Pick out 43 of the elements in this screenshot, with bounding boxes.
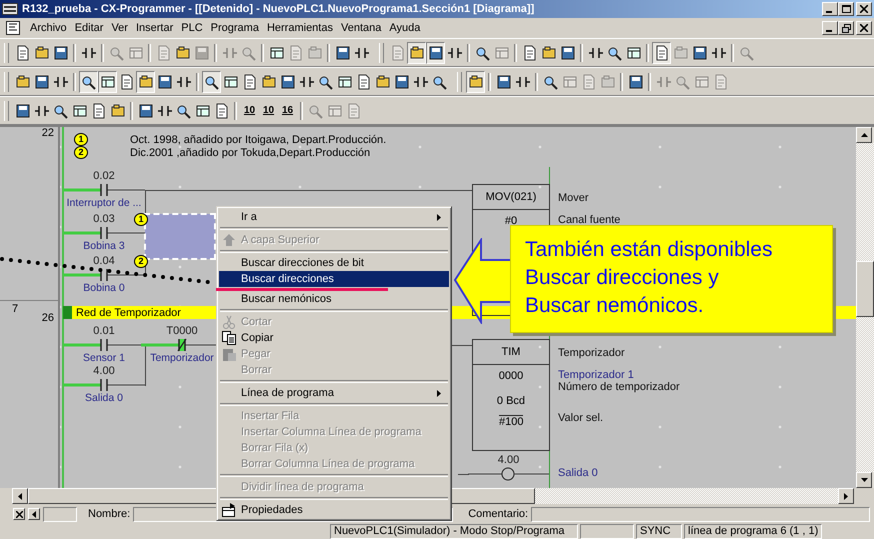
name-label: Nombre:	[88, 508, 130, 520]
operand-comment: Canal fuente	[558, 214, 620, 227]
contact-address: 0.03	[93, 213, 115, 226]
contact-name: Temporizador	[150, 352, 214, 364]
status-panel: línea de programa 6 (1 , 1)	[684, 524, 822, 539]
step-number: 26	[42, 312, 54, 324]
window-title: R132_prueba - CX-Programmer - [[Detenido] - NuevoPLC1.NuevoPrograma1.Sección1 [Diagrama]]	[22, 3, 536, 15]
contact-address: 4.00	[93, 365, 115, 378]
operand-comment: Mover	[558, 192, 589, 205]
callout-note: También están disponibles Buscar direcciones y Buscar nemónicos.	[510, 225, 833, 333]
comment-marker: 2	[74, 146, 88, 159]
contact-address: 0.01	[93, 325, 115, 338]
status-panel: SYNC	[636, 524, 682, 539]
operand-comment: Temporizador	[558, 347, 625, 360]
coil-address: 4.00	[498, 454, 520, 467]
rung-number: 7	[12, 303, 18, 315]
contact-name: Bobina 0	[83, 282, 125, 294]
contact-name: Interruptor de ...	[66, 197, 142, 209]
operand-comment: Temporizador 1	[558, 369, 634, 382]
instruction-mnemonic: TIM	[473, 340, 549, 365]
instruction-operand: #100	[499, 415, 523, 429]
comment-marker: 1	[134, 213, 148, 226]
comment-marker: 1	[74, 133, 88, 146]
comment-label: Comentario:	[468, 508, 528, 520]
contact-address: 0.02	[93, 170, 115, 183]
contact-name: Salida 0	[85, 392, 123, 404]
contact-name: Sensor 1	[82, 352, 126, 364]
instruction-operand: #0	[504, 215, 518, 228]
status-panel: NuevoPLC1(Simulador) - Modo Stop/Programa	[330, 524, 578, 539]
instruction-operand: 0 Bcd	[496, 395, 526, 408]
instruction-operand: 0000	[498, 370, 524, 383]
contact-name: Bobina 3	[83, 240, 125, 252]
contact-address: T0000	[166, 325, 198, 338]
operand-comment: Valor sel.	[558, 412, 604, 425]
section-title: Red de Temporizador	[76, 306, 181, 318]
operand-comment: Número de temporizador	[558, 381, 680, 394]
comment-marker: 2	[134, 255, 148, 268]
rung-comment: Oct. 1998, añadido por Itoigawa, Depart.Producción.	[130, 134, 386, 146]
step-number: 22	[42, 127, 54, 141]
contact-address: 0.04	[93, 255, 115, 268]
operand-comment: Salida 0	[558, 467, 598, 480]
rung-comment: Dic.2001 ,añadido por Tokuda,Depart.Producción	[130, 146, 370, 158]
instruction-mnemonic: MOV(021)	[473, 185, 549, 210]
